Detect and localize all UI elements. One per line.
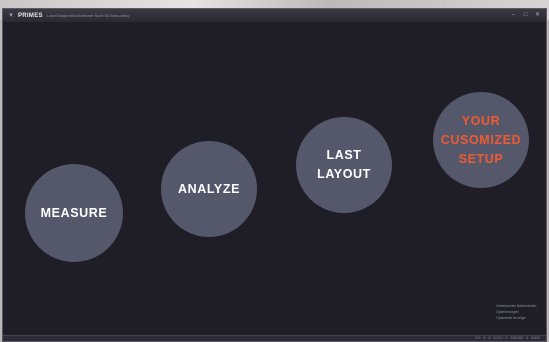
- status-bar: 0:0 · 0 · 0 · 10:01 · 0 · 100/100 · 0 · …: [3, 335, 546, 341]
- maximize-icon[interactable]: □: [520, 11, 531, 20]
- step-label: ANALYZE: [177, 181, 241, 196]
- title-bar[interactable]: ▾ PRIMES LaserDiagnosticsSoftware Scott …: [3, 9, 546, 23]
- app-menu-icon[interactable]: ▾: [7, 12, 15, 20]
- step-label: MEASURE: [40, 205, 108, 220]
- step-custom-setup-button[interactable]: YOUR CUSOMIZED SETUP: [433, 92, 529, 188]
- app-window: ▾ PRIMES LaserDiagnosticsSoftware Scott …: [2, 8, 547, 342]
- file-path: LaserDiagnosticsSoftware Scott 06 Beta.p…: [46, 13, 130, 18]
- main-canvas: MEASURE ANALYZE LAST LAYOUT YOUR CUSOMIZ…: [3, 22, 546, 335]
- window-controls: – □ ✕: [508, 11, 543, 20]
- step-label: YOUR CUSOMIZED SETUP: [440, 113, 522, 166]
- side-menu-item[interactable]: Optimierte Anzeige: [496, 315, 542, 321]
- close-icon[interactable]: ✕: [532, 11, 543, 20]
- side-menu: Unbekannter Bedienfehler Optimierungen O…: [496, 303, 542, 321]
- app-brand: PRIMES: [18, 12, 43, 19]
- step-analyze-button[interactable]: ANALYZE: [161, 141, 257, 237]
- step-measure-button[interactable]: MEASURE: [25, 164, 123, 262]
- step-last-layout-button[interactable]: LAST LAYOUT: [296, 117, 392, 213]
- minimize-icon[interactable]: –: [508, 11, 519, 20]
- step-label: LAST LAYOUT: [317, 148, 371, 181]
